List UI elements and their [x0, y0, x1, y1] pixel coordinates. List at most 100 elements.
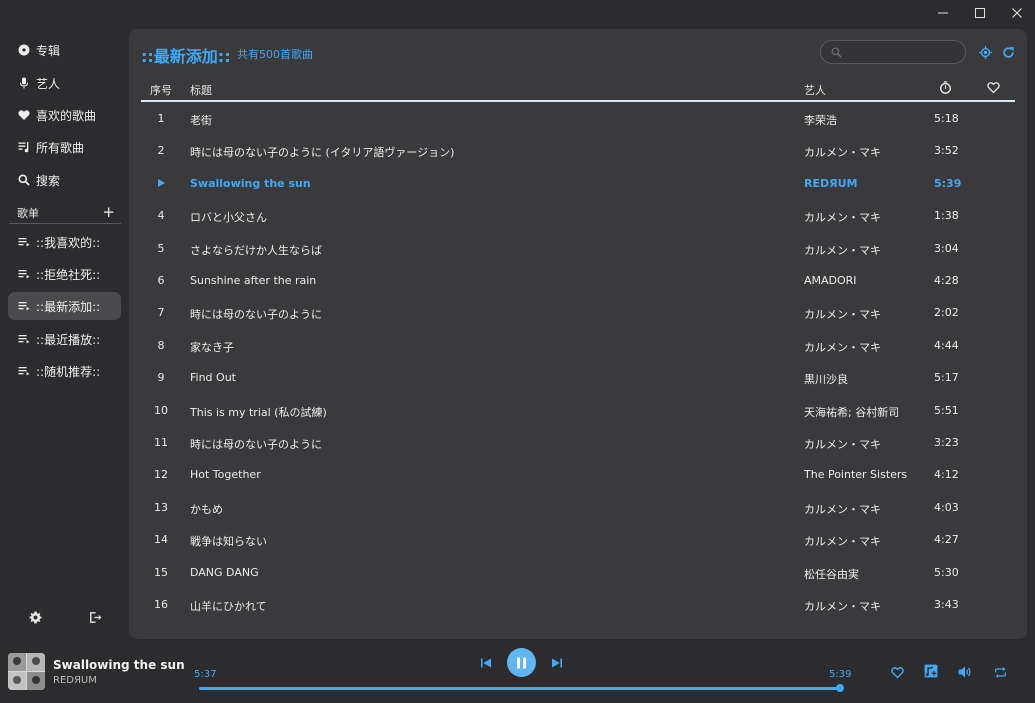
song-title: Sunshine after the rain	[190, 274, 317, 287]
table-row[interactable]: 9 Find Out 黒川沙良 5:17	[141, 362, 1015, 394]
sidebar-item-albums[interactable]: 专辑	[8, 36, 121, 64]
repeat-button[interactable]	[992, 664, 1008, 680]
sidebar-playlist-refuse[interactable]: ::拒绝社死::	[8, 260, 121, 288]
locate-current-button[interactable]	[978, 45, 992, 59]
pause-icon	[517, 657, 526, 668]
table-row[interactable]: 5 さよならだけか人生ならば カルメン・マキ 3:04	[141, 233, 1015, 265]
maximize-button[interactable]	[961, 0, 998, 26]
table-row[interactable]: 6 Sunshine after the rain AMADORI 4:28	[141, 265, 1015, 297]
song-artist[interactable]: カルメン・マキ	[804, 598, 881, 614]
song-index: 5	[157, 241, 165, 255]
progress-handle[interactable]	[836, 684, 845, 692]
column-title[interactable]: 标题	[190, 82, 212, 98]
table-row[interactable]: 14 戦争は知らない カルメン・マキ 4:27	[141, 524, 1015, 556]
table-row[interactable]: 12 Hot Together The Pointer Sisters 4:12	[141, 459, 1015, 491]
song-artist[interactable]: REDЯUM	[804, 177, 857, 190]
song-artist[interactable]: カルメン・マキ	[804, 144, 881, 160]
song-artist[interactable]: AMADORI	[804, 274, 857, 287]
refresh-button[interactable]	[1001, 45, 1015, 59]
table-row[interactable]: 13 かもめ カルメン・マキ 4:03	[141, 492, 1015, 524]
table-row[interactable]: 8 家なき子 カルメン・マキ 4:44	[141, 330, 1015, 362]
table-row[interactable]: 10 This is my trial (私の試練) 天海祐希; 谷村新司 5:51	[141, 395, 1015, 427]
search-box[interactable]	[820, 40, 966, 64]
sidebar-item-search[interactable]: 搜索	[8, 166, 121, 194]
song-artist[interactable]: カルメン・マキ	[804, 242, 881, 258]
song-artist[interactable]: The Pointer Sisters	[804, 468, 907, 481]
logout-button[interactable]	[88, 610, 102, 624]
heart-icon	[17, 109, 30, 122]
table-row-playing[interactable]: Swallowing the sun REDЯUM 5:39	[141, 168, 1015, 200]
total-time: 5:39	[829, 669, 852, 680]
close-button[interactable]	[998, 0, 1035, 26]
elapsed-time: 5:37	[194, 669, 217, 680]
heart-outline-icon	[987, 82, 1000, 94]
table-row[interactable]: 11 時には母のない子のように カルメン・マキ 3:23	[141, 427, 1015, 459]
sidebar: 专辑 艺人 喜欢的歌曲 所有歌曲 搜索 歌单 + ::我喜欢的:: ::拒绝社死…	[0, 30, 128, 630]
table-row[interactable]: 15 DANG DANG 松任谷由実 5:30	[141, 557, 1015, 589]
sidebar-item-artists[interactable]: 艺人	[8, 69, 121, 97]
now-playing-artist[interactable]: REDЯUM	[53, 675, 97, 686]
column-like[interactable]	[987, 81, 1000, 97]
album-cover[interactable]	[8, 653, 45, 690]
song-index: 12	[154, 468, 168, 482]
song-duration: 5:51	[934, 403, 959, 417]
song-artist[interactable]: カルメン・マキ	[804, 436, 881, 452]
play-pause-button[interactable]	[507, 648, 536, 677]
column-artist[interactable]: 艺人	[804, 82, 826, 98]
song-title: 家なき子	[190, 340, 234, 354]
song-artist[interactable]: カルメン・マキ	[804, 306, 881, 322]
add-playlist-button[interactable]: +	[102, 205, 115, 220]
song-index: 9	[157, 371, 165, 385]
close-icon	[1011, 8, 1022, 18]
playlist-icon	[17, 268, 30, 281]
playlists-header: 歌单 +	[9, 202, 121, 224]
column-index[interactable]: 序号	[150, 82, 172, 98]
sidebar-item-liked-songs[interactable]: 喜欢的歌曲	[8, 101, 121, 129]
song-artist[interactable]: 松任谷由実	[804, 566, 859, 582]
volume-button[interactable]	[957, 664, 973, 680]
add-to-playlist-button[interactable]	[923, 663, 939, 679]
table-row[interactable]: 16 山羊にひかれて カルメン・マキ 3:43	[141, 589, 1015, 621]
sidebar-playlist-favorites[interactable]: ::我喜欢的::	[8, 228, 121, 256]
previous-button[interactable]	[479, 656, 493, 670]
table-row[interactable]: 4 ロバと小父さん カルメン・マキ 1:38	[141, 200, 1015, 232]
sidebar-playlist-recently-played[interactable]: ::最近播放::	[8, 325, 121, 353]
table-row[interactable]: 7 時には母のない子のように カルメン・マキ 2:02	[141, 297, 1015, 329]
next-button[interactable]	[550, 656, 564, 670]
song-index: 6	[157, 274, 165, 287]
settings-button[interactable]	[28, 610, 42, 624]
song-artist[interactable]: カルメン・マキ	[804, 533, 881, 549]
sidebar-playlist-random[interactable]: ::随机推荐::	[8, 357, 121, 385]
search-input[interactable]	[847, 45, 957, 59]
progress-slider[interactable]	[199, 684, 845, 692]
table-row[interactable]: 2 時には母のない子のように (イタリア語ヴァージョン) カルメン・マキ 3:52	[141, 135, 1015, 167]
logout-icon	[89, 611, 101, 623]
like-button[interactable]	[889, 664, 905, 680]
song-title: DANG DANG	[190, 565, 259, 579]
song-artist[interactable]: カルメン・マキ	[804, 339, 881, 355]
now-playing-icon	[141, 177, 181, 190]
progress-fill	[199, 687, 841, 690]
column-duration[interactable]	[939, 81, 952, 97]
sidebar-item-all-songs[interactable]: 所有歌曲	[8, 133, 121, 161]
sidebar-item-label: ::最近播放::	[36, 332, 101, 347]
locate-icon	[978, 45, 992, 59]
song-artist[interactable]: カルメン・マキ	[804, 209, 881, 225]
song-artist[interactable]: 天海祐希; 谷村新司	[804, 404, 899, 420]
song-duration: 4:03	[934, 500, 959, 514]
table-row[interactable]: 1 老街 李荣浩 5:18	[141, 103, 1015, 135]
song-duration: 5:30	[934, 565, 959, 579]
song-index: 2	[157, 144, 165, 158]
song-artist[interactable]: カルメン・マキ	[804, 501, 881, 517]
player-bar: Swallowing the sun REDЯUM 5:37 5:39	[0, 645, 1035, 703]
sidebar-playlist-recently-added[interactable]: ::最新添加::	[8, 292, 121, 320]
song-duration: 4:28	[934, 274, 959, 287]
minimize-button[interactable]	[924, 0, 961, 26]
song-index: 14	[154, 533, 168, 547]
song-artist[interactable]: 黒川沙良	[804, 371, 848, 387]
song-artist[interactable]: 李荣浩	[804, 112, 837, 128]
song-title: さよならだけか人生ならば	[190, 243, 322, 257]
song-title: This is my trial (私の試練)	[190, 405, 327, 419]
song-duration: 4:12	[934, 468, 959, 482]
song-title: 時には母のない子のように	[190, 308, 322, 322]
